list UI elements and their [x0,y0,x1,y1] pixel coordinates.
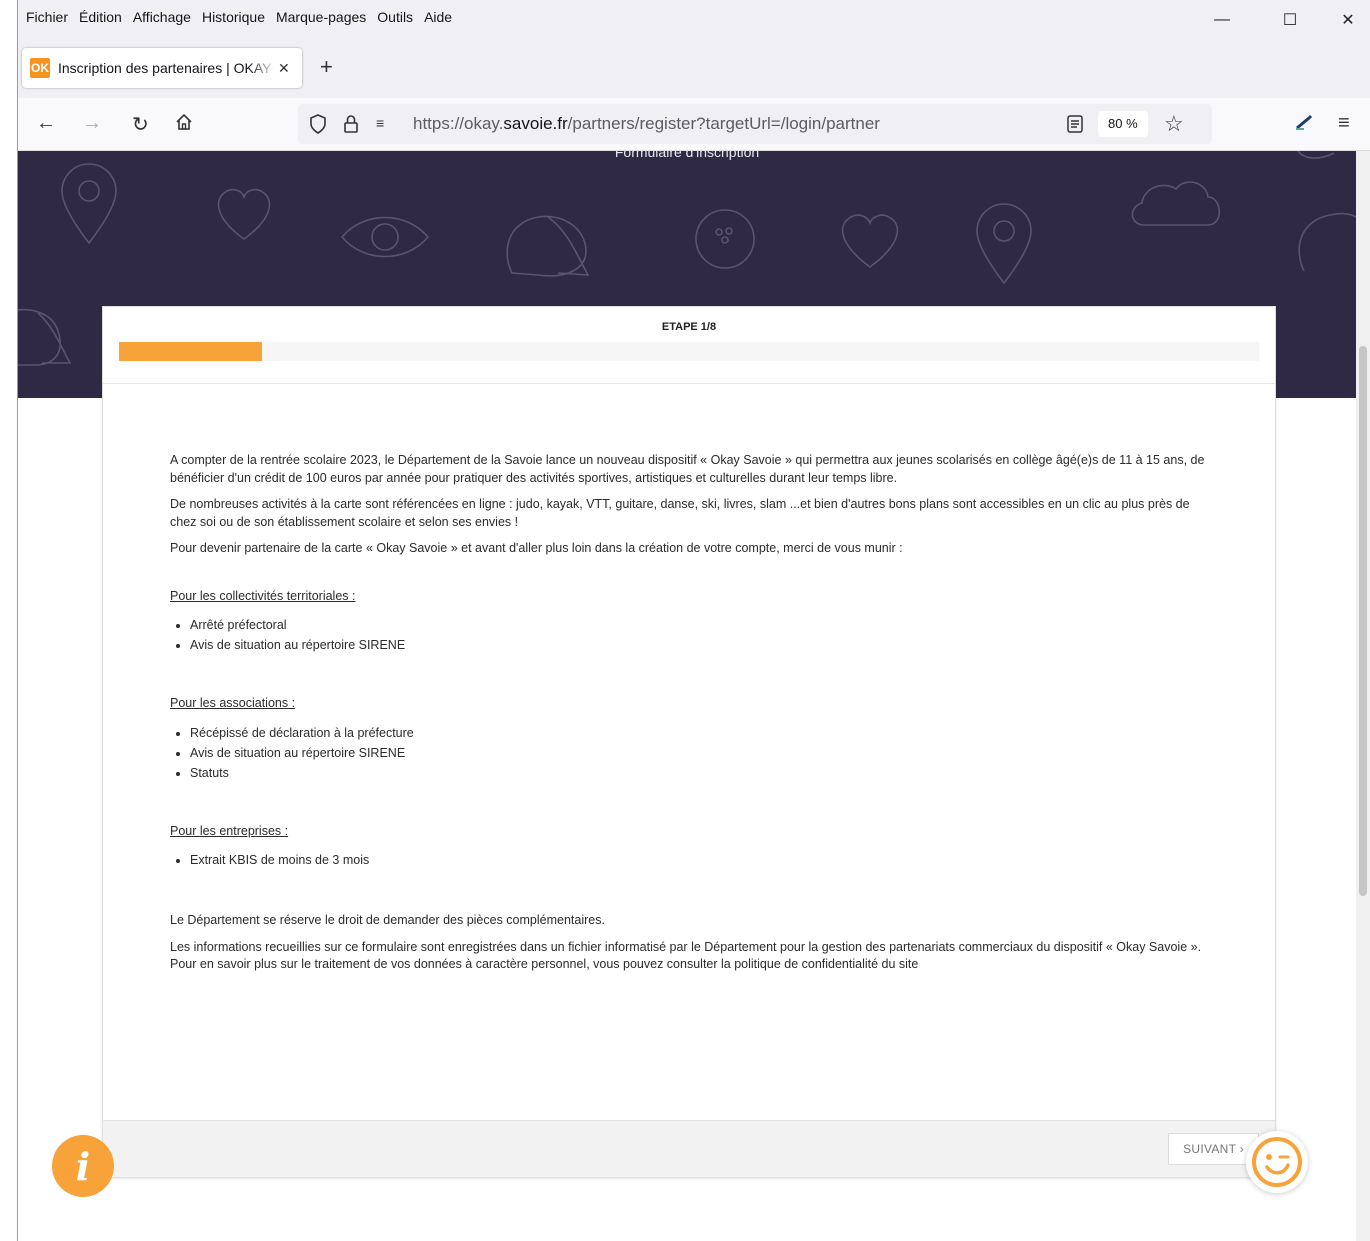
list-item: Avis de situation au répertoire SIRENE [190,743,1210,763]
intro-paragraph: De nombreuses activités à la carte sont … [170,497,1190,529]
url-text[interactable]: https://okay.savoie.fr/partners/register… [413,114,880,134]
info-icon[interactable]: i [52,1135,114,1197]
registration-card: ETAPE 1/8 A compter de la rentrée scolai… [102,306,1276,1178]
intro-paragraph: Pour devenir partenaire de la carte « Ok… [170,541,903,555]
tab-bar: OK Inscription des partenaires | OKAY Sa… [18,40,1370,98]
heart-icon [841,214,899,268]
map-pin-icon [61,163,117,245]
list-item: Arrêté préfectoral [190,615,1210,635]
lock-icon[interactable] [342,113,360,140]
menu-outils[interactable]: Outils [377,9,413,25]
permissions-icon[interactable]: ≡ [376,115,384,131]
map-pin-icon [976,203,1032,285]
menu-historique[interactable]: Historique [202,9,265,25]
app-menu-icon[interactable]: ≡ [1338,112,1350,135]
bookmark-star-icon[interactable]: ☆ [1164,111,1184,137]
smiley-wink-icon [1252,1137,1302,1187]
menu-aide[interactable]: Aide [424,9,452,25]
chat-assistant-button[interactable] [1246,1131,1308,1193]
tab-active[interactable]: OK Inscription des partenaires | OKAY Sa… [22,48,302,88]
reader-view-icon[interactable] [1066,114,1084,139]
tab-title: Inscription des partenaires | OKAY Savoi… [58,60,276,76]
step-indicator: ETAPE 1/8 [661,321,717,333]
back-icon[interactable]: ← [36,112,56,135]
menu-affichage[interactable]: Affichage [133,9,191,25]
speech-bubble-icon [506,215,587,277]
menu-bar: Fichier Édition Affichage Historique Mar… [18,0,1370,40]
tab-close-icon[interactable]: ✕ [278,60,290,77]
section-collectivites: Pour les collectivités territoriales : A… [170,588,1210,656]
intro-paragraph: A compter de la rentrée scolaire 2023, l… [170,453,1205,485]
section-title: Pour les collectivités territoriales : [170,588,356,603]
bowling-ball-icon [695,209,755,269]
card-header: ETAPE 1/8 [103,307,1275,384]
list-item: Avis de situation au répertoire SIRENE [190,635,1210,655]
forward-icon[interactable]: → [82,112,102,135]
progress-fill [119,342,262,361]
hero-title: Formulaire d'inscription [614,151,760,160]
reload-icon[interactable]: ↻ [132,112,149,137]
minimize-icon[interactable]: — [1206,8,1238,32]
menu-marque-pages[interactable]: Marque-pages [276,9,366,25]
maximize-icon[interactable]: ☐ [1274,8,1306,32]
section-title: Pour les associations : [170,696,296,710]
scrollbar-thumb[interactable] [1359,346,1367,896]
cloud-icon [1131,181,1221,226]
extension-pen-icon[interactable] [1294,112,1314,137]
navigation-bar: ← → ↻ ≡ https://okay.savoie.fr/partners/… [18,98,1370,151]
card-content: A compter de la rentrée scolaire 2023, l… [170,452,1210,983]
menu-edition[interactable]: Édition [79,9,122,25]
new-tab-icon[interactable]: + [320,54,333,80]
page-scrollbar[interactable] [1356,151,1370,1241]
page-viewport: Formulaire d'inscription ETAPE 1/8 A com… [18,151,1356,1241]
list-item: Récépissé de déclaration à la préfecture [190,723,1210,743]
progress-bar [119,342,1259,361]
list-item: Extrait KBIS de moins de 3 mois [190,850,1210,870]
section-title: Pour les entreprises : [170,823,289,838]
zoom-level[interactable]: 80 % [1098,111,1148,137]
outro-paragraph: Les informations recueillies sur ce form… [170,939,1202,972]
close-window-icon[interactable]: ✕ [1332,8,1364,32]
okay-favicon-icon: OK [30,58,50,78]
menu-fichier[interactable]: Fichier [26,9,68,25]
list-item: Statuts [190,763,1210,783]
speech-bubble-icon [1298,212,1356,272]
speech-bubble-icon [18,308,62,366]
tracking-shield-icon[interactable] [308,113,328,140]
section-associations: Pour les associations : Récépissé de déc… [170,695,1210,783]
home-icon[interactable] [174,112,194,138]
card-footer: SUIVANT › [103,1120,1275,1177]
outro-paragraph: Le Département se réserve le droit de de… [170,913,605,927]
url-bar[interactable]: ≡ https://okay.savoie.fr/partners/regist… [298,104,1212,144]
heart-icon [217,188,271,240]
section-entreprises: Pour les entreprises : Extrait KBIS de m… [170,823,1210,871]
